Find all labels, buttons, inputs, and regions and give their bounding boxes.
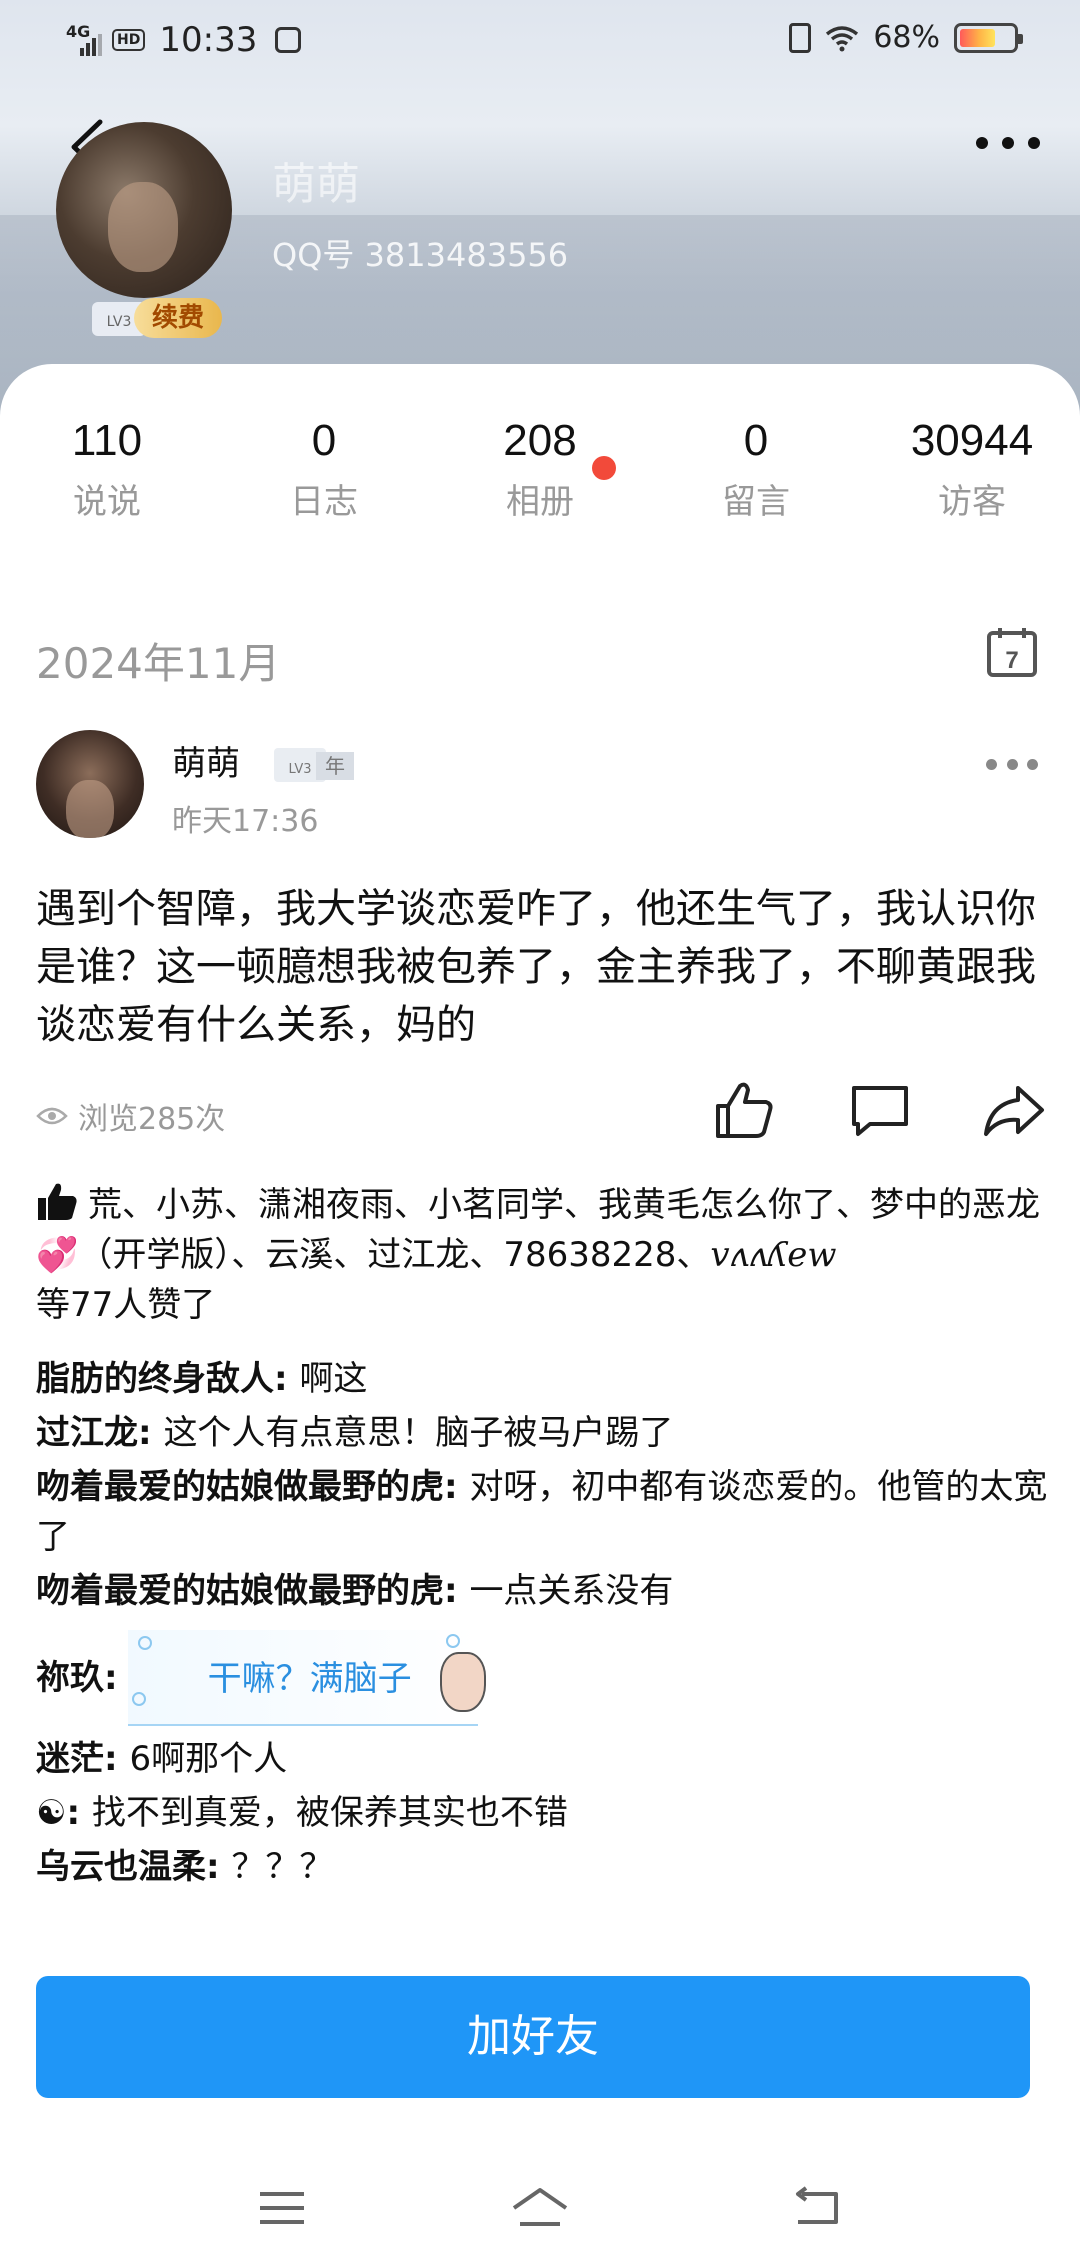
status-bar: 4G HD 10:33 68% xyxy=(0,0,1080,76)
sticker-character xyxy=(439,1652,486,1712)
hd-icon: HD xyxy=(112,29,146,51)
stat-messages[interactable]: 0 留言 xyxy=(656,416,856,523)
eye-icon xyxy=(36,1107,68,1125)
back-nav-icon[interactable] xyxy=(788,2178,848,2238)
stat-label: 留言 xyxy=(722,482,790,522)
vibrate-icon xyxy=(789,22,812,53)
comment-icon[interactable] xyxy=(848,1078,912,1142)
thumb-icon xyxy=(38,1183,77,1220)
more-icon[interactable] xyxy=(976,128,1040,158)
comment-text: 找不到真爱，被保养其实也不错 xyxy=(91,1793,568,1833)
notification-dot xyxy=(592,456,616,480)
comment-author[interactable]: 迷茫 xyxy=(36,1739,104,1779)
calendar-icon[interactable]: 7 xyxy=(986,626,1038,678)
stat-value: 0 xyxy=(311,416,337,465)
system-navbar xyxy=(0,2160,1080,2256)
stat-blogs[interactable]: 0 日志 xyxy=(224,416,424,523)
comment-text: ？？？ xyxy=(231,1847,334,1887)
post-time: 昨天17:36 xyxy=(172,804,319,839)
home-icon[interactable] xyxy=(510,2178,570,2238)
like-icon[interactable] xyxy=(712,1078,776,1142)
comment-text: 一点关系没有 xyxy=(469,1571,674,1611)
comment-item[interactable]: 过江龙: 这个人有点意思！脑子被马户踢了 xyxy=(36,1408,1050,1458)
qq-number: QQ号 3813483556 xyxy=(272,236,569,274)
post-author-avatar[interactable] xyxy=(36,730,144,838)
battery-fill xyxy=(960,28,996,47)
sticker-text: 干嘛？满脑子 xyxy=(207,1659,412,1699)
comment-author[interactable]: 乌云也温柔 xyxy=(36,1847,206,1887)
profile-name: 萌萌 xyxy=(272,159,360,210)
vip-badge[interactable]: LV3 续费 xyxy=(92,296,222,340)
likes-names-more: （开学版）、云溪、过江龙、78638228、 xyxy=(78,1235,711,1275)
clock: 10:33 xyxy=(159,20,258,60)
stat-value: 0 xyxy=(743,416,769,465)
likes-signature: vʌʌʎew xyxy=(710,1235,837,1275)
battery-percent: 68% xyxy=(873,20,940,55)
post-views: 浏览285次 xyxy=(36,1094,225,1138)
comment-item[interactable]: 吻着最爱的姑娘做最野的虎: 对呀，初中都有谈恋爱的。他管的太宽了 xyxy=(36,1462,1050,1562)
stat-value: 30944 xyxy=(910,416,1034,465)
comment-text: 啊这 xyxy=(299,1359,368,1399)
likes-list[interactable]: 荒、小苏、潇湘夜雨、小茗同学、我黄毛怎么你了、梦中的恶龙💞（开学版）、云溪、过江… xyxy=(36,1180,1050,1330)
app-notification-icon xyxy=(275,27,302,53)
comments-list: 脂肪的终身敌人: 啊这 过江龙: 这个人有点意思！脑子被马户踢了 吻着最爱的姑娘… xyxy=(36,1354,1050,1896)
stat-visitors[interactable]: 30944 访客 xyxy=(872,416,1072,523)
comment-author[interactable]: 吻着最爱的姑娘做最野的虎 xyxy=(36,1467,444,1507)
comment-item[interactable]: 吻着最爱的姑娘做最野的虎: 一点关系没有 xyxy=(36,1566,1050,1616)
post-more-icon[interactable] xyxy=(986,756,1038,772)
stat-value: 110 xyxy=(71,416,143,465)
menu-icon[interactable] xyxy=(252,2178,312,2238)
calendar-day: 7 xyxy=(1005,647,1018,674)
comment-author[interactable]: 吻着最爱的姑娘做最野的虎 xyxy=(36,1571,444,1611)
likes-summary: 等77人赞了 xyxy=(36,1285,216,1325)
post-author-name[interactable]: 萌萌 xyxy=(172,736,240,785)
post-author-badge: LV3 年 xyxy=(274,748,354,784)
likes-names: 荒、小苏、潇湘夜雨、小茗同学、我黄毛怎么你了、梦中的恶龙 xyxy=(88,1185,1040,1225)
comment-author[interactable]: 祢玖 xyxy=(36,1653,104,1703)
share-icon[interactable] xyxy=(982,1078,1046,1142)
post-content: 遇到个智障，我大学谈恋爱咋了，他还生气了，我认识你是谁？这一顿臆想我被包养了，金… xyxy=(36,886,1036,1048)
badge-year: 年 xyxy=(316,752,354,780)
battery-icon xyxy=(954,22,1023,53)
comment-item[interactable]: 脂肪的终身敌人: 啊这 xyxy=(36,1354,1050,1404)
comment-author[interactable]: 脂肪的终身敌人 xyxy=(36,1359,274,1399)
profile-avatar[interactable] xyxy=(56,122,232,298)
vip-renew-button[interactable]: 续费 xyxy=(134,298,222,338)
stats-bar: 110 说说 0 日志 208 相册 0 留言 30944 访客 xyxy=(0,416,1080,526)
stat-posts[interactable]: 110 说说 xyxy=(7,416,207,523)
stat-label: 访客 xyxy=(938,482,1006,522)
stat-label: 日志 xyxy=(290,482,358,522)
comment-author[interactable]: 过江龙 xyxy=(36,1413,138,1453)
comment-item[interactable]: 迷茫: 6啊那个人 xyxy=(36,1734,1050,1784)
feed-month: 2024年11月 xyxy=(36,639,281,688)
comment-item[interactable]: ☯: 找不到真爱，被保养其实也不错 xyxy=(36,1788,1050,1838)
signal-icon: 4G xyxy=(66,24,102,56)
views-count: 浏览285次 xyxy=(78,1102,226,1137)
comment-item[interactable]: 乌云也温柔: ？？？ xyxy=(36,1842,1050,1892)
comment-text: 这个人有点意思！脑子被马户踢了 xyxy=(163,1413,674,1453)
comment-text: 6啊那个人 xyxy=(129,1739,288,1779)
heart-emoji: 💞 xyxy=(36,1235,79,1275)
stat-label: 说说 xyxy=(73,482,141,522)
comment-sticker: 干嘛？满脑子 xyxy=(127,1630,486,1726)
wifi-icon xyxy=(826,25,859,51)
comment-author[interactable]: ☯ xyxy=(36,1793,66,1833)
add-friend-button[interactable]: 加好友 xyxy=(36,1976,1030,2098)
comment-item[interactable]: 祢玖: 干嘛？满脑子 xyxy=(36,1628,1050,1728)
stat-label: 相册 xyxy=(506,482,574,522)
